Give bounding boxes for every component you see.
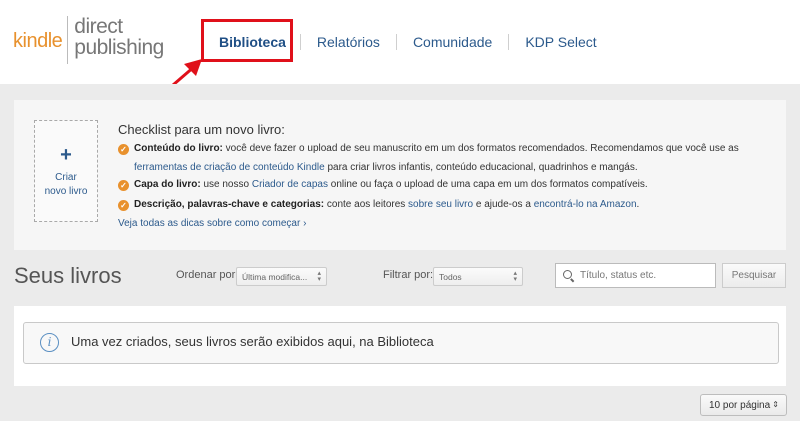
logo-divider [67,16,69,64]
checklist-item-text: online ou faça o upload de uma capa em u… [328,179,648,190]
nav-relatorios[interactable]: Relatórios [301,34,396,50]
search-input[interactable]: Título, status etc. [555,263,716,288]
filter-label: Filtrar por: [383,269,434,281]
per-page-value: 10 por página [709,400,771,411]
checklist-item-text: você deve fazer o upload de seu manuscri… [222,143,739,154]
search-icon [563,270,572,279]
filter-select-value: Todos [439,272,462,282]
sort-select[interactable]: Última modifica... ▴ ▾ [236,267,327,286]
checklist-item-text: . [636,199,640,210]
plus-icon: + [60,144,72,166]
checklist-item-text: conte aos leitores [324,199,409,210]
annotation-highlight-box [201,19,293,62]
nav-comunidade[interactable]: Comunidade [397,34,508,50]
sort-label: Ordenar por: [176,269,239,281]
check-circle-icon: ✓ [118,144,129,155]
nav-kdp-select[interactable]: KDP Select [509,34,612,50]
checklist-item-text: use nosso [200,179,252,190]
check-circle-icon: ✓ [118,180,129,191]
checklist-item-content: ✓ Conteúdo do livro: você deve fazer o up… [118,139,778,177]
per-page-select[interactable]: 10 por página ⇕ [700,394,787,416]
cover-creator-link[interactable]: Criador de capas [252,179,328,190]
search-button[interactable]: Pesquisar [722,263,786,288]
checklist-item-text: e ajude-os a [473,199,534,210]
checklist-item-bold: Capa do livro: [134,179,201,190]
about-book-link[interactable]: sobre seu livro [408,199,473,210]
see-all-tips-link[interactable]: Veja todas as dicas sobre como começar › [118,218,306,229]
header: kindle direct publishing Biblioteca Rela… [0,0,800,84]
select-caret-icon: ▴ ▾ [513,270,517,283]
logo-direct: direct [74,15,123,38]
sort-select-value: Última modifica... [242,272,308,282]
checklist-item-description: ✓ Descrição, palavras-chave e categorias:… [118,195,778,214]
create-label: Criar novo livro [35,171,97,199]
logo-kindle-text: kindle [13,30,63,52]
kindle-tools-link[interactable]: ferramentas de criação de conteúdo Kindl… [134,162,325,173]
info-icon: i [40,333,59,352]
create-label-line1: Criar [55,172,77,183]
page-title: Seus livros [14,263,122,288]
chevron-updown-icon: ⇕ [772,400,779,409]
checklist-item-bold: Conteúdo do livro: [134,143,223,154]
empty-state-message: Uma vez criados, seus livros serão exibi… [71,334,434,349]
checklist-item-cover: ✓ Capa do livro: use nosso Criador de cap… [118,175,778,194]
check-circle-icon: ✓ [118,200,129,211]
create-new-book-button[interactable]: + Criar novo livro [34,120,98,222]
filter-select[interactable]: Todos ▴ ▾ [433,267,523,286]
checklist-item-text: para criar livros infantis, conteúdo edu… [324,162,638,173]
checklist-item-bold: Descrição, palavras-chave e categorias: [134,199,325,210]
create-label-line2: novo livro [44,186,88,197]
select-caret-icon: ▴ ▾ [317,270,321,283]
find-on-amazon-link[interactable]: encontrá-lo na Amazon [534,199,637,210]
checklist-title: Checklist para um novo livro: [118,122,285,137]
